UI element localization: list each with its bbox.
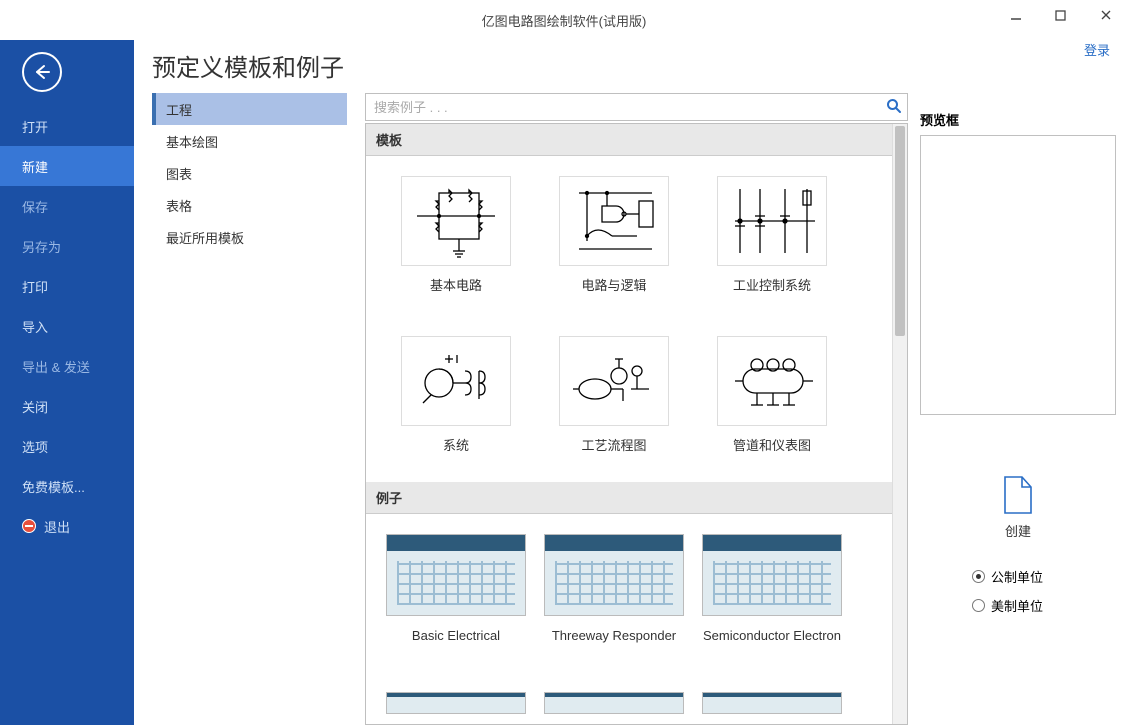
template-label: 系统 bbox=[443, 438, 469, 472]
template-card[interactable]: 电路与逻辑 bbox=[544, 176, 684, 312]
sidebar-item-save[interactable]: 保存 bbox=[0, 186, 134, 226]
example-label: Semiconductor Electron bbox=[703, 628, 841, 662]
sidebar-item-export[interactable]: 导出 & 发送 bbox=[0, 346, 134, 386]
sidebar: 打开新建保存另存为打印导入导出 & 发送关闭选项免费模板... 退出 bbox=[0, 40, 134, 725]
back-button[interactable] bbox=[22, 52, 62, 92]
example-card[interactable]: Basic Electrical bbox=[386, 534, 526, 662]
exit-icon bbox=[22, 519, 36, 533]
example-label: Threeway Responder bbox=[552, 628, 676, 662]
sidebar-item-free[interactable]: 免费模板... bbox=[0, 466, 134, 506]
example-label: Basic Electrical bbox=[412, 628, 500, 662]
template-thumb bbox=[559, 176, 669, 266]
minimize-button[interactable] bbox=[993, 0, 1038, 30]
app-title: 亿图电路图绘制软件(试用版) bbox=[482, 11, 647, 30]
sidebar-item-label: 打开 bbox=[22, 117, 48, 136]
create-label: 创建 bbox=[1005, 521, 1031, 540]
sidebar-item-import[interactable]: 导入 bbox=[0, 306, 134, 346]
sidebar-item-label: 选项 bbox=[22, 437, 48, 456]
sidebar-item-close[interactable]: 关闭 bbox=[0, 386, 134, 426]
example-thumb bbox=[702, 534, 842, 616]
template-card[interactable]: 管道和仪表图 bbox=[702, 336, 842, 472]
template-label: 电路与逻辑 bbox=[581, 278, 646, 312]
template-label: 工艺流程图 bbox=[581, 438, 646, 472]
category-item-table[interactable]: 表格 bbox=[152, 189, 347, 221]
window-controls bbox=[993, 0, 1128, 30]
preview-label: 预览框 bbox=[920, 110, 959, 129]
right-panel: 预览框 创建 公制单位 美制单位 bbox=[908, 40, 1128, 725]
category-item-eng[interactable]: 工程 bbox=[152, 93, 347, 125]
radio-label: 美制单位 bbox=[991, 596, 1043, 615]
template-thumb bbox=[401, 336, 511, 426]
example-thumb bbox=[386, 534, 526, 616]
document-icon bbox=[1002, 475, 1034, 515]
template-label: 工业控制系统 bbox=[733, 278, 811, 312]
category-item-chart[interactable]: 图表 bbox=[152, 157, 347, 189]
sidebar-item-label: 关闭 bbox=[22, 397, 48, 416]
sidebar-item-open[interactable]: 打开 bbox=[0, 106, 134, 146]
create-button[interactable]: 创建 bbox=[986, 471, 1050, 543]
template-thumb bbox=[559, 336, 669, 426]
sidebar-item-label: 保存 bbox=[22, 197, 48, 216]
search-input[interactable] bbox=[365, 93, 908, 121]
template-thumb bbox=[717, 336, 827, 426]
sidebar-item-label: 退出 bbox=[44, 517, 70, 536]
sidebar-item-label: 另存为 bbox=[22, 237, 61, 256]
sidebar-item-print[interactable]: 打印 bbox=[0, 266, 134, 306]
example-card[interactable] bbox=[544, 692, 684, 714]
example-card[interactable]: Semiconductor Electron bbox=[702, 534, 842, 662]
search-icon[interactable] bbox=[886, 98, 902, 119]
section-templates-header: 模板 bbox=[366, 124, 892, 156]
middle-pane: 预定义模板和例子 工程基本绘图图表表格最近所用模板 模板 基本电路 电路与逻辑 工业… bbox=[134, 40, 908, 725]
sidebar-item-label: 导出 & 发送 bbox=[22, 357, 90, 376]
vertical-scrollbar[interactable] bbox=[892, 124, 907, 724]
templates-scroll: 模板 基本电路 电路与逻辑 工业控制系统系统 工艺流程图 管道和仪表图 例子 Basic… bbox=[365, 123, 908, 725]
titlebar: 亿图电路图绘制软件(试用版) bbox=[0, 0, 1128, 40]
template-label: 基本电路 bbox=[430, 278, 482, 312]
close-button[interactable] bbox=[1083, 0, 1128, 30]
template-thumb bbox=[401, 176, 511, 266]
template-thumb bbox=[717, 176, 827, 266]
radio-icon bbox=[972, 570, 985, 583]
sidebar-item-label: 打印 bbox=[22, 277, 48, 296]
sidebar-item-exit[interactable]: 退出 bbox=[0, 506, 134, 546]
template-card[interactable]: 工艺流程图 bbox=[544, 336, 684, 472]
sidebar-item-label: 导入 bbox=[22, 317, 48, 336]
section-examples-header: 例子 bbox=[366, 482, 892, 514]
sidebar-item-new[interactable]: 新建 bbox=[0, 146, 134, 186]
example-thumb bbox=[544, 692, 684, 714]
sidebar-item-options[interactable]: 选项 bbox=[0, 426, 134, 466]
example-card[interactable] bbox=[702, 692, 842, 714]
example-thumb bbox=[386, 692, 526, 714]
login-link[interactable]: 登录 bbox=[1084, 40, 1110, 59]
category-item-basic[interactable]: 基本绘图 bbox=[152, 125, 347, 157]
category-item-recent[interactable]: 最近所用模板 bbox=[152, 221, 347, 253]
example-thumb bbox=[544, 534, 684, 616]
template-card[interactable]: 系统 bbox=[386, 336, 526, 472]
radio-label: 公制单位 bbox=[991, 567, 1043, 586]
sidebar-item-label: 免费模板... bbox=[22, 477, 85, 496]
template-card[interactable]: 基本电路 bbox=[386, 176, 526, 312]
sidebar-item-saveas[interactable]: 另存为 bbox=[0, 226, 134, 266]
template-card[interactable]: 工业控制系统 bbox=[702, 176, 842, 312]
category-list: 工程基本绘图图表表格最近所用模板 bbox=[152, 93, 347, 725]
example-card[interactable] bbox=[386, 692, 526, 714]
main: 打开新建保存另存为打印导入导出 & 发送关闭选项免费模板... 退出 预定义模板和… bbox=[0, 40, 1128, 725]
template-label: 管道和仪表图 bbox=[733, 438, 811, 472]
search-wrap bbox=[365, 93, 908, 121]
radio-icon bbox=[972, 599, 985, 612]
radio-imperial[interactable]: 美制单位 bbox=[972, 596, 1043, 615]
sidebar-item-label: 新建 bbox=[22, 157, 48, 176]
maximize-button[interactable] bbox=[1038, 0, 1083, 30]
example-card[interactable]: Threeway Responder bbox=[544, 534, 684, 662]
radio-metric[interactable]: 公制单位 bbox=[972, 567, 1043, 586]
preview-box bbox=[920, 135, 1116, 415]
example-thumb bbox=[702, 692, 842, 714]
unit-radio-group: 公制单位 美制单位 bbox=[920, 567, 1043, 615]
page-title: 预定义模板和例子 bbox=[152, 48, 908, 83]
